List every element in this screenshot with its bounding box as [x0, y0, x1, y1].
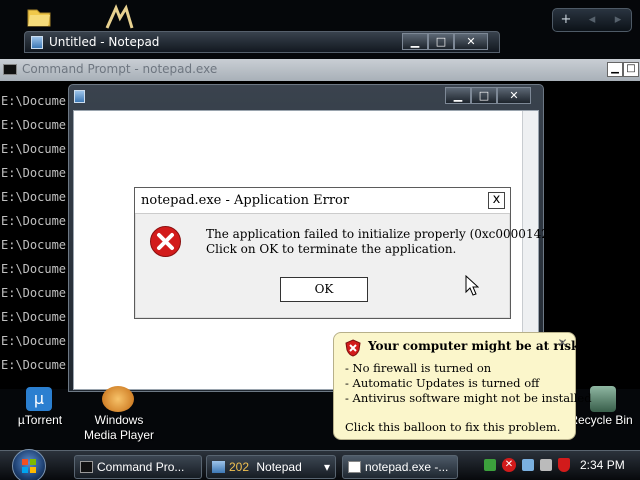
sidebar-prev-button[interactable]: ◂: [579, 9, 605, 31]
tray-device-icon[interactable]: [540, 459, 552, 471]
balloon-item: - Antivirus software might not be instal…: [345, 391, 592, 405]
cmd-icon: [3, 64, 17, 75]
taskbar-notepad-group[interactable]: 202 Notepad ▾: [206, 455, 336, 479]
balloon-item: - No firewall is turned on: [345, 361, 492, 375]
error-message-line2: Click on OK to terminate the application…: [206, 242, 457, 256]
folder-icon[interactable]: [26, 4, 51, 27]
wmp-label-line2[interactable]: Media Player: [80, 428, 158, 443]
window-controls: ▁ □ ✕: [445, 87, 531, 104]
taskbar-notepad-label: Notepad: [256, 460, 302, 474]
cmd-output-line: E:\Docume: [1, 94, 67, 108]
recycle-bin-icon[interactable]: [590, 386, 616, 412]
ok-button[interactable]: OK: [280, 277, 368, 302]
dialog-close-button[interactable]: x: [488, 192, 505, 209]
balloon-item: - Automatic Updates is turned off: [345, 376, 540, 390]
notepad-icon: [74, 90, 85, 103]
notepad-title: Untitled - Notepad: [49, 35, 160, 49]
tray-volume-icon[interactable]: [522, 459, 534, 471]
close-button[interactable]: ✕: [454, 33, 488, 50]
window-controls: ▁ □ ✕: [402, 33, 488, 50]
minimize-button[interactable]: ▁: [445, 87, 471, 104]
cmd-maximize-button[interactable]: □: [623, 62, 639, 77]
application-error-dialog[interactable]: notepad.exe - Application Error x The ap…: [134, 187, 557, 319]
tray-shield-icon[interactable]: [558, 458, 570, 472]
error-message-line1: The application failed to initialize pro…: [206, 227, 558, 241]
cmd-output-line: E:\Docume: [1, 118, 67, 132]
taskbar-command-prompt[interactable]: Command Pro...: [74, 455, 202, 479]
cmd-output-line: E:\Docume: [1, 358, 67, 372]
windows-logo-icon: [22, 459, 36, 473]
windows-media-player-icon[interactable]: [102, 386, 134, 412]
minimize-button[interactable]: ▁: [402, 33, 428, 50]
notepad-window-top[interactable]: Untitled - Notepad ▁ □ ✕: [24, 31, 500, 53]
utorrent-icon[interactable]: µ: [26, 387, 52, 411]
utorrent-label[interactable]: µTorrent: [8, 413, 72, 428]
taskbar-cmd-label: Command Pro...: [97, 460, 185, 474]
cmd-output-line: E:\Docume: [1, 142, 67, 156]
cmd-minimize-button[interactable]: ▁: [607, 62, 623, 77]
command-prompt-titlebar[interactable]: Command Prompt - notepad.exe ▁ □: [0, 59, 640, 81]
tray-security-alert-icon[interactable]: ✕: [502, 458, 516, 472]
balloon-title: Your computer might be at risk: [368, 339, 580, 353]
notepad-icon: [212, 461, 225, 473]
cmd-output-line: E:\Docume: [1, 286, 67, 300]
cmd-output-line: E:\Docume: [1, 214, 67, 228]
cmd-icon: [80, 461, 93, 473]
error-icon: [149, 225, 182, 258]
mouse-cursor-icon: [465, 274, 480, 300]
taskbar-active-label: notepad.exe -...: [365, 460, 449, 474]
shield-warning-icon: [345, 339, 361, 360]
cmd-output-line: E:\Docume: [1, 190, 67, 204]
dialog-titlebar[interactable]: notepad.exe - Application Error x: [135, 188, 510, 214]
security-balloon[interactable]: Your computer might be at risk ✕ - No fi…: [333, 332, 592, 440]
taskbar-dropdown-icon[interactable]: ▾: [324, 456, 330, 478]
cmd-output-line: E:\Docume: [1, 310, 67, 324]
cmd-output-line: E:\Docume: [1, 166, 67, 180]
cmd-output-line: E:\Docume: [1, 238, 67, 252]
start-button[interactable]: [12, 449, 46, 480]
dialog-title: notepad.exe - Application Error: [141, 193, 350, 208]
system-clock[interactable]: 2:34 PM: [580, 458, 625, 472]
cmd-output-line: E:\Docume: [1, 334, 67, 348]
sidebar-add-button[interactable]: +: [553, 9, 579, 31]
cmd-output-line: E:\Docume: [1, 262, 67, 276]
notepad-icon: [31, 36, 43, 49]
app-shortcut-icon[interactable]: [104, 4, 134, 29]
window-icon: [348, 461, 361, 473]
recycle-bin-label[interactable]: Recycle Bin: [566, 413, 636, 428]
notepad-group-count: 202: [229, 460, 250, 474]
taskbar: Command Pro... 202 Notepad ▾ notepad.exe…: [0, 449, 640, 480]
maximize-button[interactable]: □: [471, 87, 497, 104]
cmd-title: Command Prompt - notepad.exe: [22, 62, 218, 76]
sidebar-controls: + ◂ ▸: [552, 8, 632, 32]
balloon-close-button[interactable]: ✕: [556, 337, 569, 350]
balloon-hint[interactable]: Click this balloon to fix this problem.: [345, 420, 560, 434]
tray-network-icon[interactable]: [484, 459, 496, 471]
maximize-button[interactable]: □: [428, 33, 454, 50]
wmp-label-line1[interactable]: Windows: [80, 413, 158, 428]
sidebar-next-button[interactable]: ▸: [605, 9, 631, 31]
taskbar-notepad-error[interactable]: notepad.exe -...: [342, 455, 458, 479]
close-button[interactable]: ✕: [497, 87, 531, 104]
